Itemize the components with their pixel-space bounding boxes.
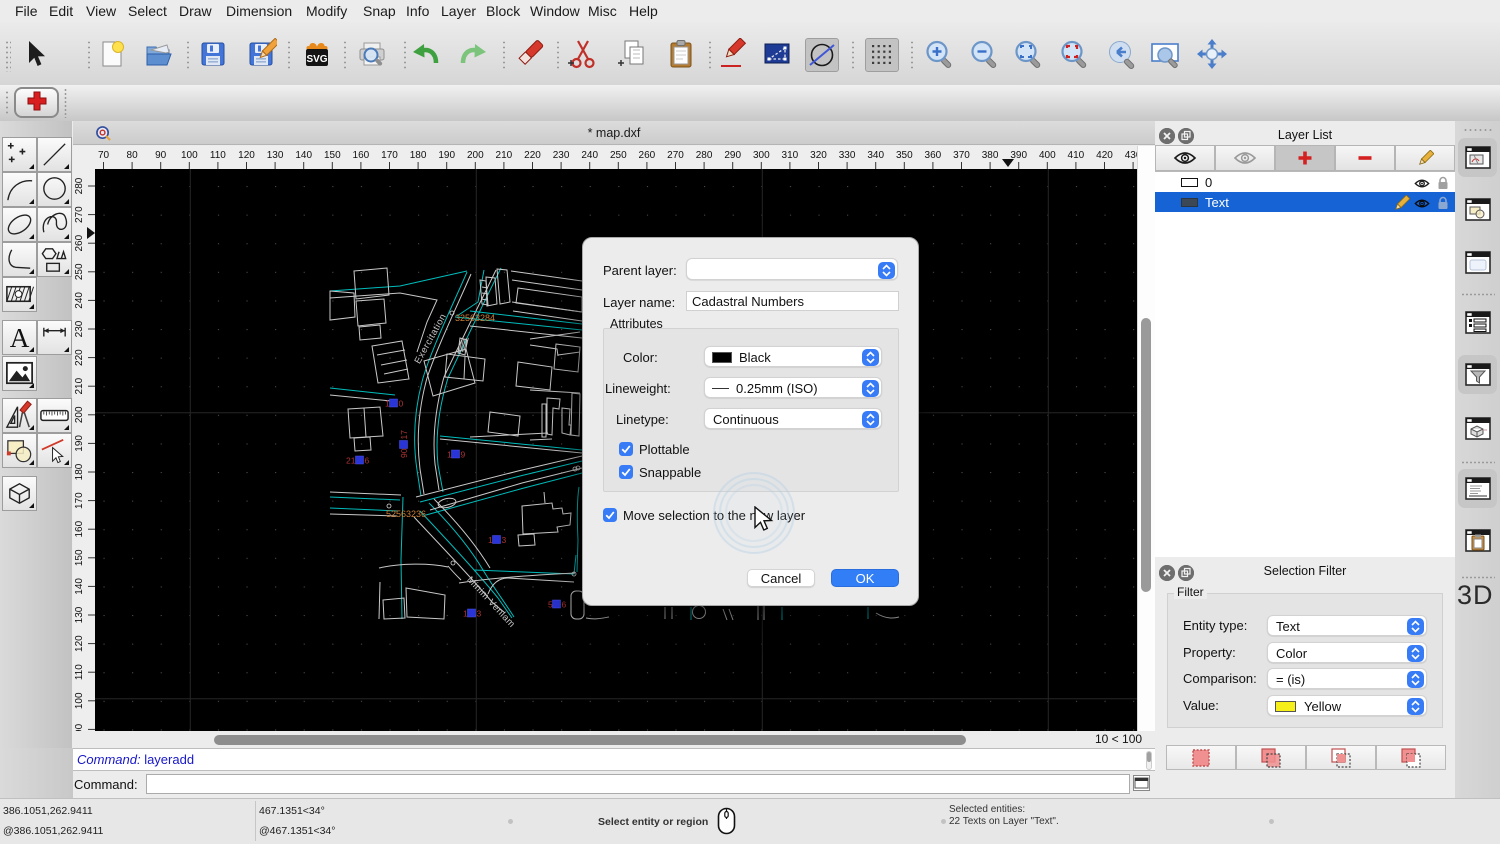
svg-text:100: 100 <box>181 150 198 161</box>
svg-text:0: 0 <box>399 399 404 409</box>
svg-text:340: 340 <box>867 150 884 161</box>
svg-text:70: 70 <box>98 150 110 161</box>
svg-text:350: 350 <box>896 150 913 161</box>
svg-text:130: 130 <box>74 606 85 623</box>
svg-text:A: A <box>10 323 30 353</box>
svg-text:160: 160 <box>353 150 370 161</box>
svg-text:170: 170 <box>74 492 85 509</box>
svg-text:210: 210 <box>496 150 513 161</box>
svg-text:270: 270 <box>74 206 85 223</box>
svg-text:230: 230 <box>74 320 85 337</box>
svg-text:80: 80 <box>127 150 139 161</box>
svg-text:21: 21 <box>346 456 356 466</box>
svg-text:190: 190 <box>74 435 85 452</box>
svg-text:400: 400 <box>1039 150 1056 161</box>
svg-text:110: 110 <box>210 150 226 161</box>
svg-text:260: 260 <box>74 234 85 251</box>
svg-text:380: 380 <box>982 150 999 161</box>
svg-text:270: 270 <box>667 150 684 161</box>
svg-text:180: 180 <box>74 463 85 480</box>
svg-text:290: 290 <box>724 150 741 161</box>
svg-text:100: 100 <box>74 692 85 709</box>
svg-text:150: 150 <box>74 549 85 566</box>
svg-text:17: 17 <box>399 430 409 440</box>
svg-text:220: 220 <box>524 150 541 161</box>
svg-text:110: 110 <box>74 664 85 680</box>
svg-text:52563236: 52563236 <box>386 509 426 519</box>
svg-text:140: 140 <box>295 150 312 161</box>
svg-text:200: 200 <box>467 150 484 161</box>
svg-text:90: 90 <box>155 150 167 161</box>
svg-text:260: 260 <box>639 150 656 161</box>
svg-text:200: 200 <box>74 406 85 423</box>
svg-text:210: 210 <box>74 377 85 394</box>
svg-text:3: 3 <box>477 609 482 619</box>
svg-text:6: 6 <box>365 456 370 466</box>
svg-text:310: 310 <box>782 150 799 161</box>
svg-text:240: 240 <box>581 150 598 161</box>
svg-text:240: 240 <box>74 292 85 309</box>
svg-text:430: 430 <box>1125 150 1137 161</box>
svg-text:90: 90 <box>74 723 85 731</box>
svg-text:220: 220 <box>74 349 85 366</box>
svg-text:160: 160 <box>74 520 85 537</box>
svg-text:120: 120 <box>238 150 255 161</box>
svg-text:130: 130 <box>267 150 284 161</box>
svg-text:3: 3 <box>502 535 507 545</box>
svg-text:170: 170 <box>381 150 398 161</box>
svg-text:410: 410 <box>1068 150 1085 161</box>
svg-text:320: 320 <box>810 150 827 161</box>
svg-text:9: 9 <box>461 450 466 460</box>
svg-text:230: 230 <box>553 150 570 161</box>
svg-text:190: 190 <box>438 150 455 161</box>
svg-text:150: 150 <box>324 150 341 161</box>
svg-text:280: 280 <box>74 177 85 194</box>
svg-text:420: 420 <box>1096 150 1113 161</box>
svg-text:280: 280 <box>696 150 713 161</box>
svg-text:180: 180 <box>410 150 427 161</box>
svg-text:32563284: 32563284 <box>455 313 495 323</box>
svg-text:6: 6 <box>562 600 567 610</box>
svg-text:330: 330 <box>839 150 856 161</box>
svg-text:300: 300 <box>753 150 770 161</box>
svg-text:360: 360 <box>925 150 942 161</box>
svg-text:140: 140 <box>74 578 85 595</box>
svg-text:370: 370 <box>953 150 970 161</box>
svg-text:SVG: SVG <box>306 54 327 65</box>
svg-text:90: 90 <box>399 448 409 458</box>
svg-text:250: 250 <box>74 263 85 280</box>
svg-text:120: 120 <box>74 635 85 652</box>
svg-text:250: 250 <box>610 150 627 161</box>
